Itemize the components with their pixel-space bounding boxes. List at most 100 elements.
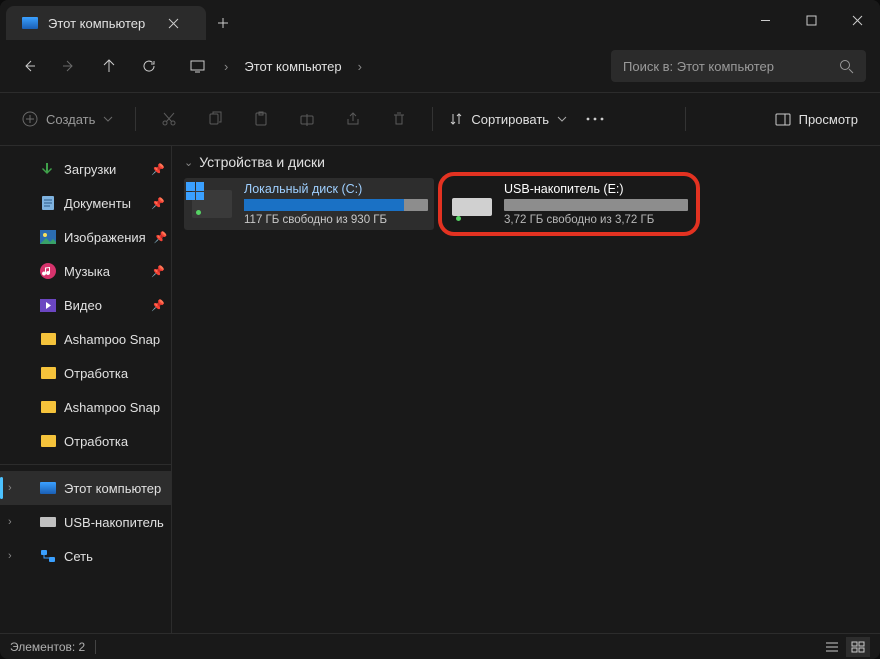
sidebar-item-label: Ashampoo Snap: [64, 332, 160, 347]
title-bar: Этот компьютер: [0, 0, 880, 40]
chevron-right-icon: ›: [8, 482, 12, 494]
sidebar-item[interactable]: Ashampoo Snap: [0, 322, 171, 356]
sidebar-icon: [40, 548, 56, 564]
sidebar-icon: [40, 433, 56, 449]
delete-button[interactable]: [378, 99, 420, 139]
sidebar-item-label: Отработка: [64, 434, 128, 449]
body: Загрузки📌Документы📌Изображения📌Музыка📌Ви…: [0, 146, 880, 633]
sidebar-tree-item[interactable]: › USB-накопитель: [0, 505, 171, 539]
drive-free-text: 117 ГБ свободно из 930 ГБ: [244, 214, 428, 226]
copy-button[interactable]: [194, 99, 236, 139]
sidebar-item-label: USB-накопитель: [64, 515, 164, 530]
usb-disk-icon: [452, 198, 492, 216]
chevron-right-icon: ›: [354, 59, 366, 74]
sidebar-item[interactable]: Отработка: [0, 424, 171, 458]
nav-bar: › Этот компьютер › Поиск в: Этот компьют…: [0, 40, 880, 92]
view-label: Просмотр: [799, 112, 858, 127]
file-explorer-window: Этот компьютер › Этот компьютер › Поиск …: [0, 0, 880, 659]
minimize-button[interactable]: [742, 0, 788, 40]
share-icon: [345, 111, 361, 127]
drives-list: Локальный диск (C:)117 ГБ свободно из 93…: [184, 178, 868, 230]
sidebar-item-label: Сеть: [64, 549, 93, 564]
pin-icon: 📌: [151, 299, 165, 312]
sidebar-item-label: Музыка: [64, 264, 110, 279]
search-placeholder: Поиск в: Этот компьютер: [623, 59, 839, 74]
new-tab-button[interactable]: [206, 6, 240, 40]
crumb-location[interactable]: Этот компьютер: [236, 59, 349, 74]
drive-usage-bar: [504, 199, 688, 211]
rename-button[interactable]: [286, 99, 328, 139]
sidebar-item-label: Ashampoo Snap: [64, 400, 160, 415]
more-button[interactable]: [575, 117, 615, 121]
status-items: Элементов: 2: [10, 640, 85, 654]
refresh-icon: [141, 58, 157, 74]
sidebar-item-label: Изображения: [64, 230, 146, 245]
share-button[interactable]: [332, 99, 374, 139]
sidebar-icon: [40, 195, 56, 211]
sidebar-icon: [40, 514, 56, 530]
pc-crumb-icon: [178, 47, 216, 85]
list-icon: [825, 641, 839, 653]
sidebar-item-label: Загрузки: [64, 162, 116, 177]
sidebar-icon: [40, 331, 56, 347]
forward-button[interactable]: [50, 47, 88, 85]
drive-name: USB-накопитель (E:): [504, 182, 688, 196]
search-input[interactable]: Поиск в: Этот компьютер: [611, 50, 866, 82]
create-button[interactable]: Создать: [12, 105, 123, 133]
tab-this-pc[interactable]: Этот компьютер: [6, 6, 206, 40]
sidebar-item[interactable]: Отработка: [0, 356, 171, 390]
sidebar-item-label: Документы: [64, 196, 131, 211]
sort-label: Сортировать: [471, 112, 549, 127]
close-icon: [168, 18, 179, 29]
maximize-icon: [806, 15, 817, 26]
paste-button[interactable]: [240, 99, 282, 139]
sidebar-item[interactable]: Изображения 📌: [0, 220, 171, 254]
cut-button[interactable]: [148, 99, 190, 139]
drive-item[interactable]: Локальный диск (C:)117 ГБ свободно из 93…: [184, 178, 434, 230]
separator: [95, 640, 96, 654]
sidebar-item[interactable]: Видео 📌: [0, 288, 171, 322]
drive-item[interactable]: USB-накопитель (E:) 3,72 ГБ свободно из 3…: [444, 178, 694, 230]
sidebar-item[interactable]: Ashampoo Snap: [0, 390, 171, 424]
refresh-button[interactable]: [130, 47, 168, 85]
cut-icon: [161, 111, 177, 127]
maximize-button[interactable]: [788, 0, 834, 40]
tab-close-button[interactable]: [156, 18, 190, 29]
back-button[interactable]: [10, 47, 48, 85]
sidebar-item[interactable]: Музыка📌: [0, 254, 171, 288]
window-controls: [742, 0, 880, 40]
sidebar-item[interactable]: Загрузки📌: [0, 152, 171, 186]
details-view-button[interactable]: [820, 637, 844, 657]
status-bar: Элементов: 2: [0, 633, 880, 659]
sidebar-item-label: Этот компьютер: [64, 481, 161, 496]
tiles-view-button[interactable]: [846, 637, 870, 657]
close-window-button[interactable]: [834, 0, 880, 40]
chevron-right-icon: ›: [8, 516, 12, 528]
separator: [135, 107, 136, 131]
toolbar: Создать Сортировать Просмотр: [0, 92, 880, 146]
view-button[interactable]: Просмотр: [765, 106, 868, 133]
sidebar-icon: [40, 399, 56, 415]
sidebar-icon: [40, 229, 56, 245]
group-header[interactable]: ⌄ Устройства и диски: [184, 154, 868, 170]
chevron-down-icon: [103, 116, 113, 122]
sidebar-tree-item[interactable]: ›Сеть: [0, 539, 171, 573]
arrow-right-icon: [61, 58, 77, 74]
system-disk-icon: [192, 190, 232, 218]
sidebar-tree-item[interactable]: › Этот компьютер: [0, 471, 171, 505]
sidebar-item-label: Видео: [64, 298, 102, 313]
pin-icon: 📌: [151, 197, 165, 210]
sort-button[interactable]: Сортировать: [445, 106, 571, 133]
pin-icon: 📌: [154, 231, 168, 244]
close-icon: [852, 15, 863, 26]
panel-icon: [775, 113, 791, 126]
separator: [0, 464, 171, 465]
sidebar-item[interactable]: Документы 📌: [0, 186, 171, 220]
breadcrumb[interactable]: › Этот компьютер ›: [178, 47, 609, 85]
search-icon: [839, 59, 854, 74]
up-button[interactable]: [90, 47, 128, 85]
drive-free-text: 3,72 ГБ свободно из 3,72 ГБ: [504, 214, 688, 226]
sidebar-item-label: Отработка: [64, 366, 128, 381]
drive-usage-bar: [244, 199, 428, 211]
copy-icon: [207, 111, 223, 127]
